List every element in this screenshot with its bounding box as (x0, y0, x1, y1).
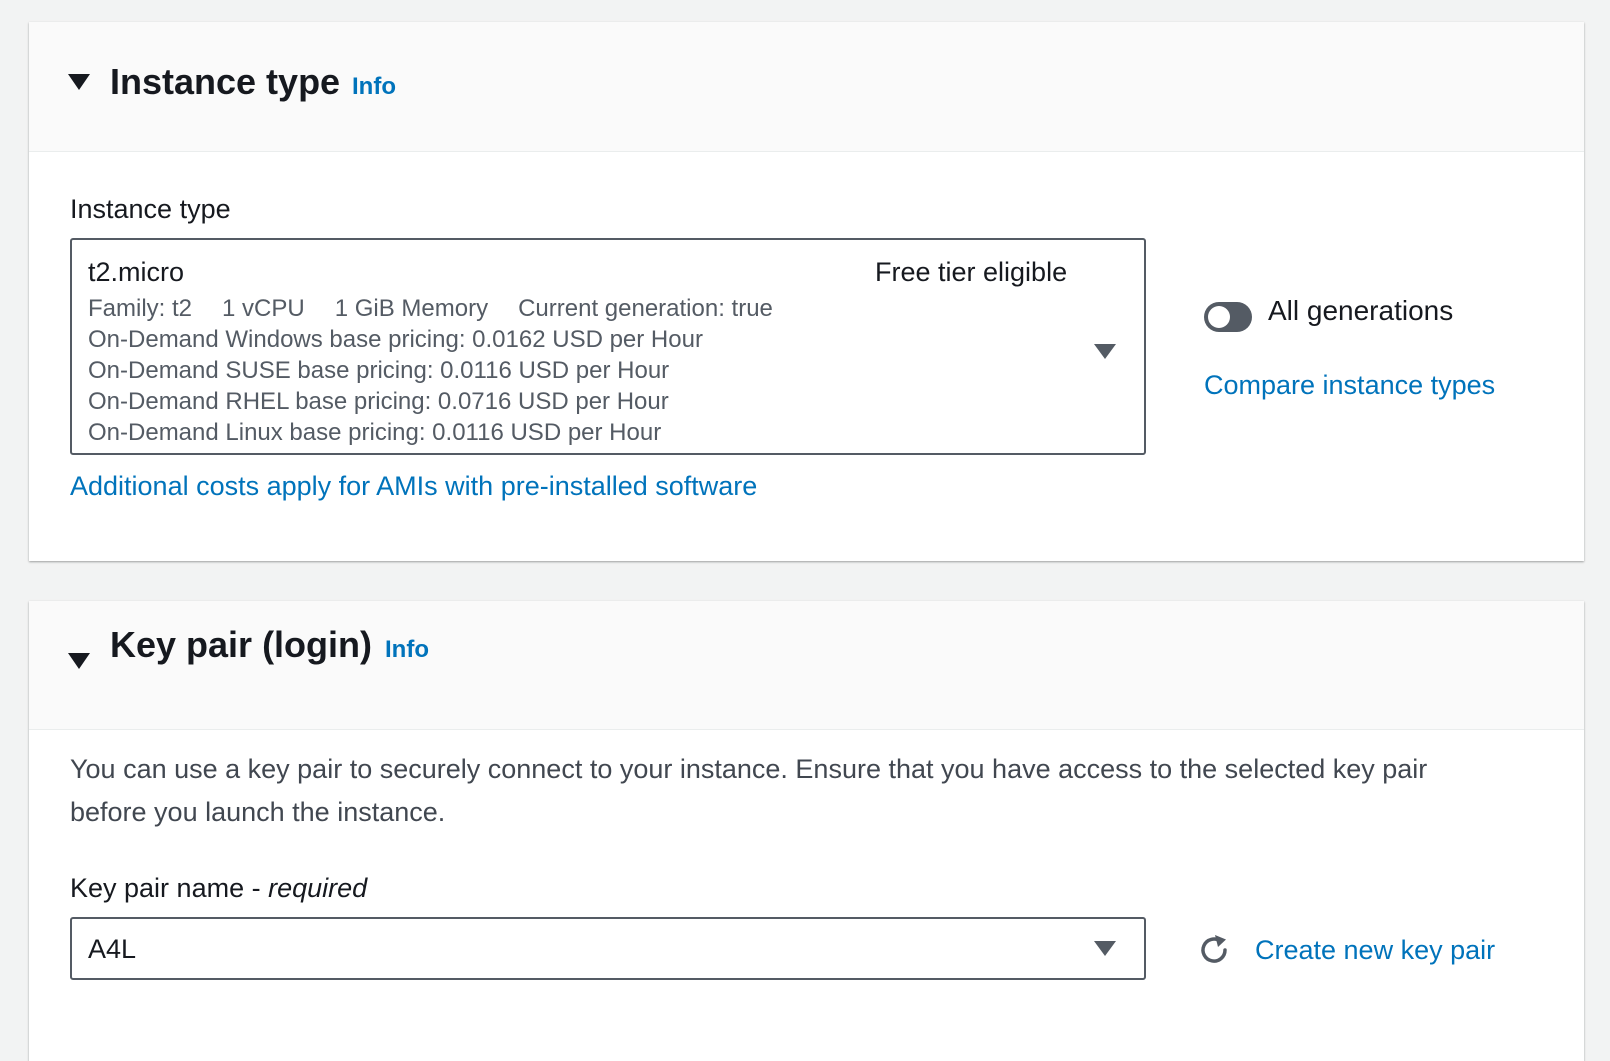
additional-costs-link[interactable]: Additional costs apply for AMIs with pre… (70, 470, 757, 502)
pricing-linux: On-Demand Linux base pricing: 0.0116 USD… (88, 419, 662, 446)
instance-type-panel: Instance type Info Instance type t2.micr… (29, 22, 1584, 561)
key-pair-panel: Key pair (login) Info You can use a key … (29, 601, 1584, 1061)
instance-type-heading: Instance type (110, 61, 341, 102)
key-pair-select[interactable]: A4L (70, 917, 1146, 980)
instance-type-info-link[interactable]: Info (352, 72, 396, 102)
collapse-caret-icon[interactable] (68, 653, 90, 669)
refresh-icon[interactable] (1196, 932, 1232, 968)
pricing-rhel: On-Demand RHEL base pricing: 0.0716 USD … (88, 388, 669, 415)
free-tier-badge: Free tier eligible (875, 257, 1068, 287)
instance-type-select[interactable]: t2.micro Free tier eligible Family: t2 1 … (70, 238, 1146, 455)
all-generations-label: All generations (1268, 295, 1454, 326)
key-pair-selected-value: A4L (88, 934, 137, 964)
pricing-suse: On-Demand SUSE base pricing: 0.0116 USD … (88, 357, 670, 384)
key-pair-info-link[interactable]: Info (385, 635, 429, 665)
instance-specs: Family: t2 1 vCPU 1 GiB Memory Current gene… (88, 294, 803, 324)
instance-type-field-label: Instance type (70, 194, 231, 224)
key-pair-header: Key pair (login) Info (29, 601, 1584, 730)
key-pair-label-text: Key pair name - (70, 873, 269, 903)
key-pair-heading: Key pair (login) (110, 624, 373, 665)
chevron-down-icon (1094, 344, 1116, 359)
spec-generation: Current generation: true (518, 295, 773, 322)
compare-instance-types-link[interactable]: Compare instance types (1204, 369, 1495, 401)
instance-type-header: Instance type Info (29, 22, 1584, 152)
key-pair-field-label: Key pair name - required (70, 872, 367, 904)
chevron-down-icon (1094, 941, 1116, 956)
toggle-knob (1208, 306, 1230, 328)
key-pair-description: You can use a key pair to securely conne… (70, 754, 1428, 827)
spec-family: Family: t2 (88, 295, 193, 322)
required-marker: required (268, 873, 368, 903)
instance-type-name: t2.micro (88, 257, 185, 287)
all-generations-toggle[interactable] (1204, 302, 1252, 332)
spec-vcpu: 1 vCPU (222, 295, 305, 322)
pricing-windows: On-Demand Windows base pricing: 0.0162 U… (88, 326, 703, 353)
collapse-caret-icon[interactable] (68, 74, 90, 90)
create-new-key-pair-link[interactable]: Create new key pair (1255, 934, 1495, 966)
spec-memory: 1 GiB Memory (334, 295, 489, 322)
